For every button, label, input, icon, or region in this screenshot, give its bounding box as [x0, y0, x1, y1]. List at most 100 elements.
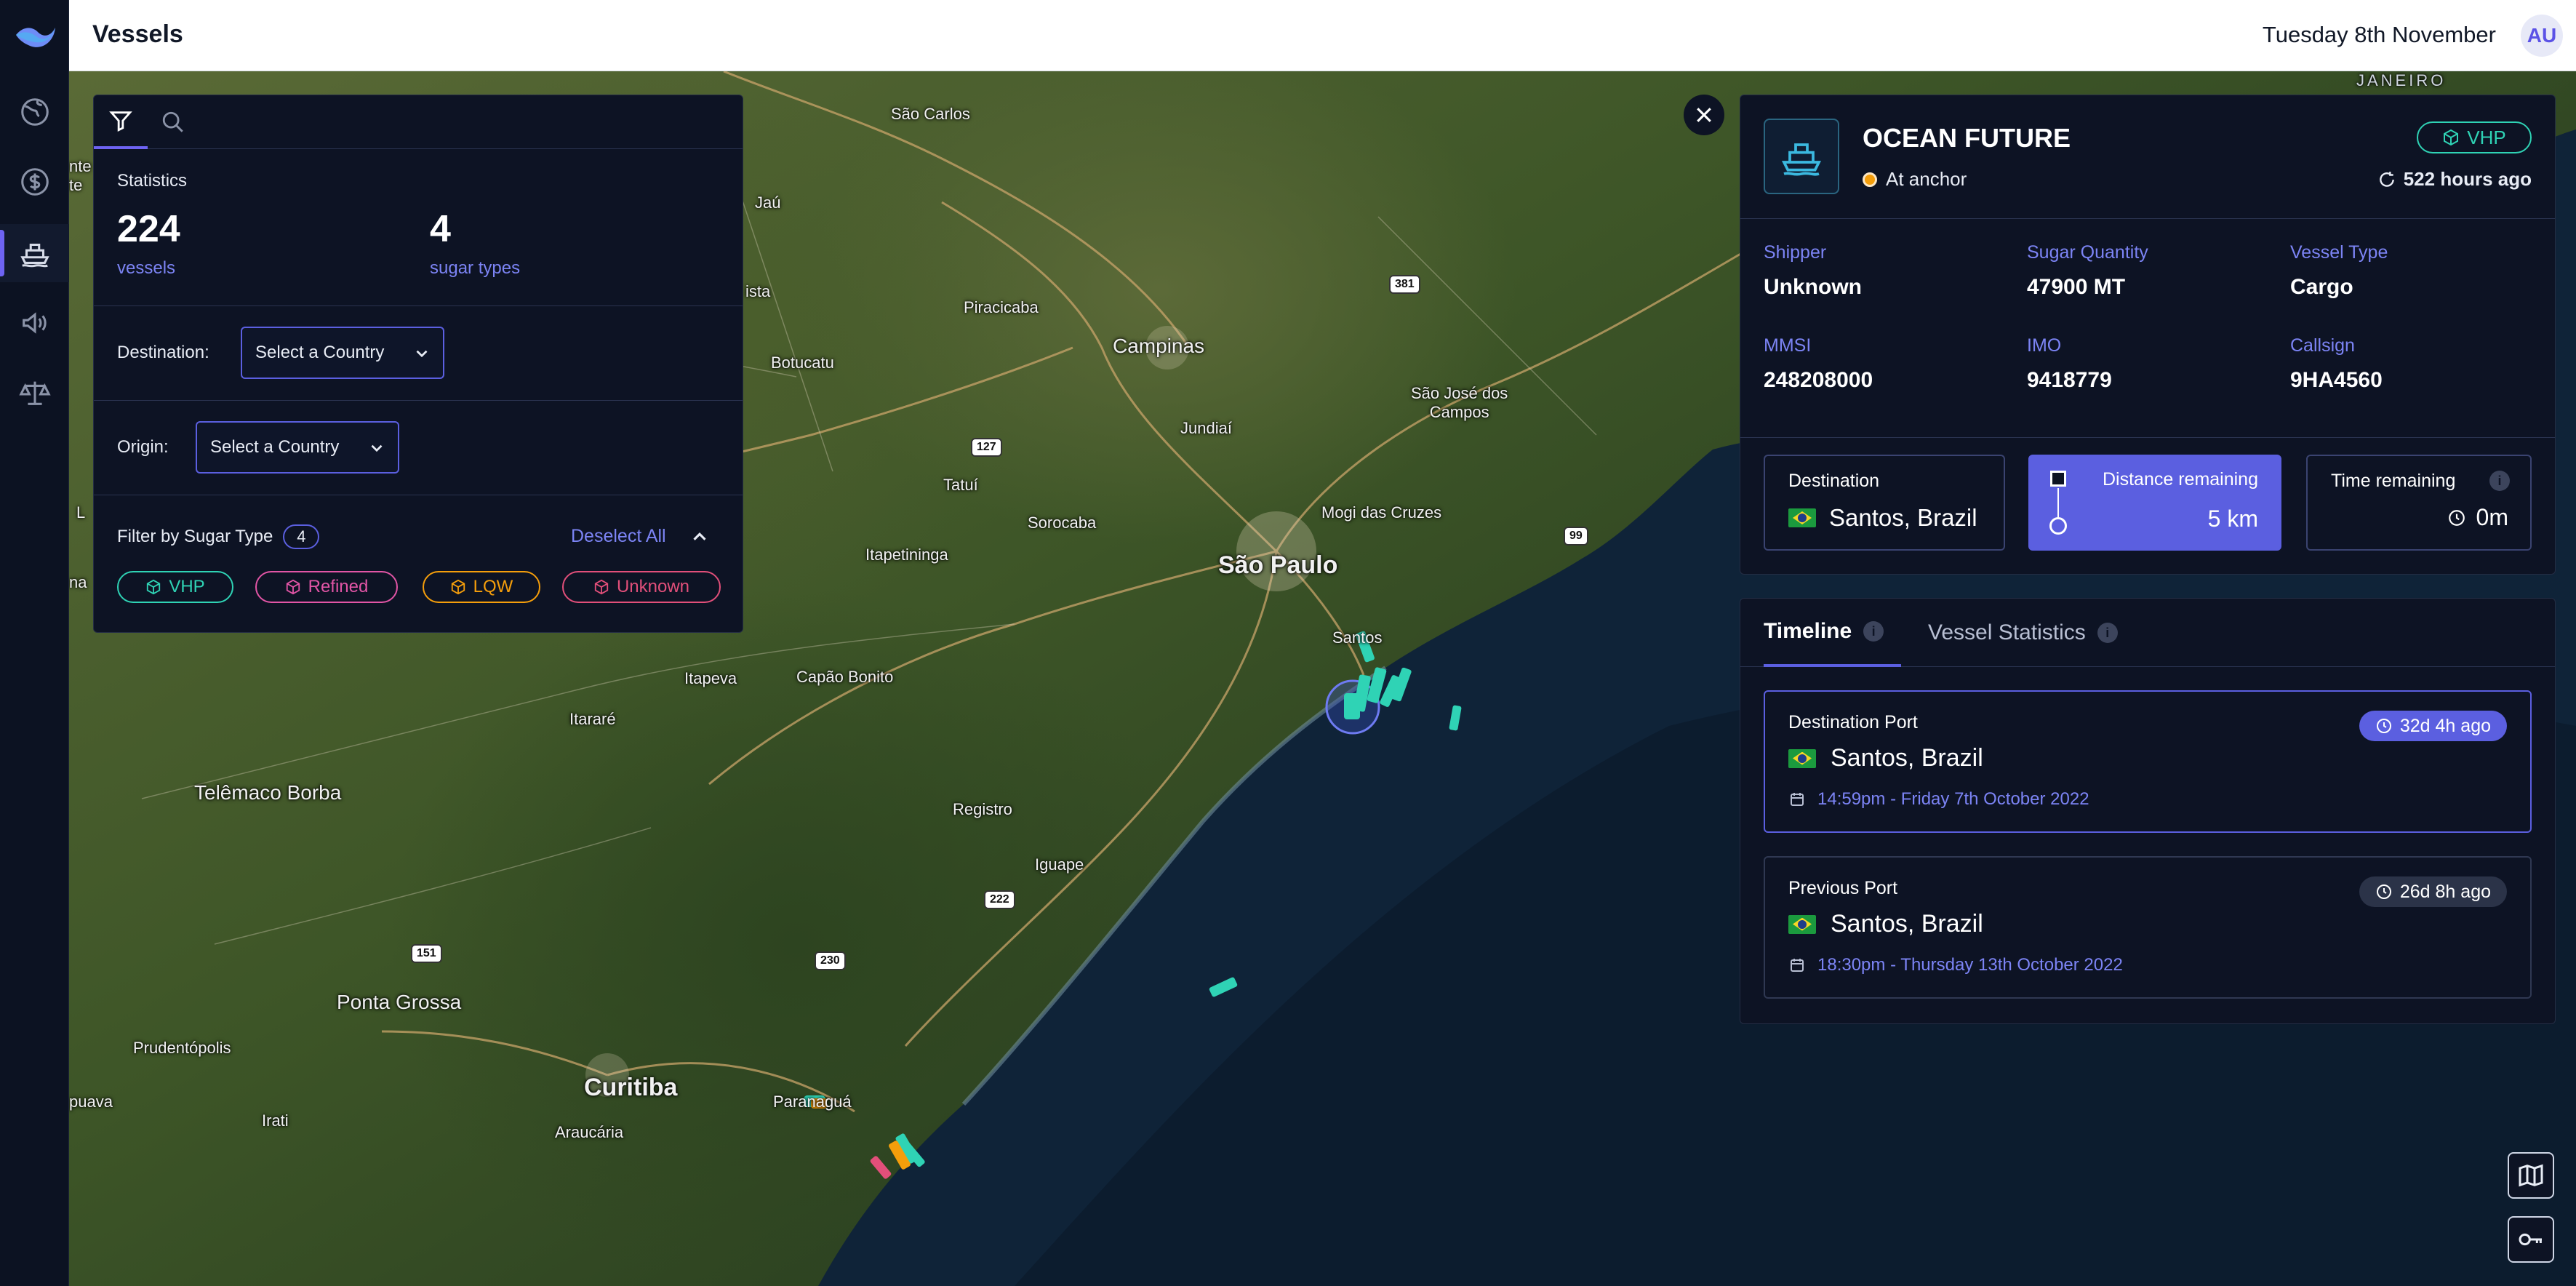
map-label-iguape: Iguape	[1035, 855, 1084, 874]
deselect-all-button[interactable]: Deselect All	[571, 526, 666, 547]
sugar-quantity-label: Sugar Quantity	[2027, 242, 2148, 263]
info-icon[interactable]: i	[1863, 621, 1884, 642]
map-label-itarare: Itararé	[569, 710, 616, 728]
timeline-tabs: Timeline i Vessel Statistics i	[1740, 599, 2555, 667]
destination-section: Destination: Select a Country	[94, 306, 743, 401]
origin-section: Origin: Select a Country	[94, 401, 743, 495]
last-updated: 522 hours ago	[2377, 168, 2532, 191]
brazil-flag-icon	[1788, 914, 1816, 934]
road-shield-151: 151	[411, 944, 442, 963]
sugar-type-filter-count: 4	[283, 524, 320, 549]
vessel-count-label: vessels	[117, 258, 176, 278]
brazil-flag-icon	[1788, 748, 1816, 768]
brazil-flag-icon	[1788, 508, 1816, 527]
time-remaining-label: Time remaining	[2331, 471, 2456, 491]
map-label-araucaria: Araucária	[555, 1123, 624, 1141]
vessel-detail-panel: OCEAN FUTURE At anchor VHP 522 hours ago…	[1740, 95, 2556, 575]
time-remaining-value: 0m	[2447, 504, 2508, 531]
imo-label: IMO	[2027, 335, 2062, 356]
ship-icon	[20, 243, 49, 268]
map-label-capao-bonito: Capão Bonito	[796, 668, 894, 686]
map-label-ponta-grossa: Ponta Grossa	[337, 991, 462, 1013]
map-label-tatui: Tatuí	[943, 476, 978, 494]
filter-panel: Statistics 224 vessels 4 sugar types Des…	[93, 95, 743, 633]
port-time: 18:30pm - Thursday 13th October 2022	[1788, 955, 2123, 975]
info-icon[interactable]: i	[2489, 471, 2510, 491]
map-label-sorocaba: Sorocaba	[1028, 514, 1097, 532]
vessel-name: OCEAN FUTURE	[1863, 123, 2071, 153]
tab-timeline-label: Timeline	[1764, 619, 1852, 643]
chip-label: LQW	[473, 577, 513, 596]
distance-remaining-card: Distance remaining 5 km	[2028, 455, 2281, 551]
destination-card: Destination Santos, Brazil	[1764, 455, 2005, 551]
destination-label: Destination:	[117, 343, 209, 362]
nav-vessels[interactable]	[0, 224, 69, 282]
vessel-icon-box	[1764, 119, 1839, 194]
tab-vessel-statistics[interactable]: Vessel Statistics i	[1928, 599, 2118, 667]
statistics-section: Statistics 224 vessels 4 sugar types	[94, 149, 743, 306]
port-name-text: Santos, Brazil	[1831, 744, 1983, 772]
chevron-up-icon[interactable]	[689, 526, 711, 548]
distance-remaining-value: 5 km	[2207, 506, 2258, 532]
map-label-curitiba: Curitiba	[584, 1074, 678, 1101]
map-label-jau: Jaú	[755, 193, 781, 212]
close-vessel-panel-button[interactable]	[1684, 95, 1724, 135]
ship-icon	[1781, 143, 1822, 176]
status-dot	[1863, 172, 1877, 187]
sugar-type-badge-label: VHP	[2467, 126, 2506, 148]
search-icon	[162, 111, 183, 132]
vessel-info-grid: Shipper Unknown Sugar Quantity 47900 MT …	[1740, 219, 2555, 437]
page-title: Vessels	[92, 20, 183, 48]
map-label-telemaco-borba: Telêmaco Borba	[194, 781, 342, 804]
nav-compare[interactable]	[0, 364, 69, 422]
destination-marker-icon	[2049, 517, 2067, 535]
time-ago-text: 26d 8h ago	[2399, 881, 2491, 902]
destination-port-card[interactable]: Destination Port Santos, Brazil 14:59pm …	[1764, 690, 2532, 833]
destination-select[interactable]: Select a Country	[241, 327, 444, 379]
user-avatar[interactable]: AU	[2521, 15, 2563, 57]
imo-cell: IMO 9418779	[2027, 335, 2112, 393]
dollar-icon	[20, 168, 49, 196]
map-label-ista: ista	[745, 282, 771, 300]
tab-search[interactable]	[146, 95, 200, 149]
tab-filter[interactable]	[94, 95, 148, 149]
origin-select[interactable]: Select a Country	[196, 421, 399, 474]
current-date: Tuesday 8th November	[2262, 22, 2496, 47]
sugar-type-filter-label: Filter by Sugar Type	[117, 527, 273, 546]
tab-timeline[interactable]: Timeline i	[1764, 599, 1902, 667]
road-shield-99: 99	[1564, 527, 1588, 546]
map-label-piracicaba: Piracicaba	[964, 298, 1039, 316]
tab-vessel-statistics-label: Vessel Statistics	[1928, 620, 2086, 644]
map-label-puava: puava	[69, 1093, 113, 1111]
port-type: Previous Port	[1788, 878, 1898, 898]
map-legend-button[interactable]	[2508, 1216, 2554, 1263]
vessel-type-label: Vessel Type	[2290, 242, 2388, 263]
road-shield-222: 222	[984, 890, 1015, 909]
nav-globe[interactable]	[0, 83, 69, 141]
chip-label: Unknown	[616, 577, 690, 596]
top-bar: Vessels Tuesday 8th November AU	[69, 0, 2576, 71]
callsign-cell: Callsign 9HA4560	[2290, 335, 2383, 393]
port-time-text: 14:59pm - Friday 7th October 2022	[1817, 789, 2089, 809]
nav-prices[interactable]	[0, 153, 69, 211]
map-label-l: L	[76, 503, 86, 522]
nav-news[interactable]	[0, 294, 69, 352]
vessel-header: OCEAN FUTURE At anchor VHP 522 hours ago	[1740, 95, 2555, 219]
previous-port-card[interactable]: Previous Port Santos, Brazil 18:30pm - T…	[1764, 856, 2532, 999]
map-layers-button[interactable]	[2508, 1152, 2554, 1199]
map-label-sao-carlos: São Carlos	[891, 105, 970, 123]
cube-icon	[2444, 129, 2459, 146]
chip-refined[interactable]: Refined	[255, 571, 398, 603]
cube-icon	[286, 579, 300, 595]
chip-unknown[interactable]: Unknown	[562, 571, 721, 603]
origin-marker-icon	[2050, 471, 2066, 487]
chip-lqw[interactable]: LQW	[423, 571, 540, 603]
destination-select-value: Select a Country	[255, 343, 385, 362]
port-name: Santos, Brazil	[1788, 910, 1983, 938]
chip-vhp[interactable]: VHP	[117, 571, 233, 603]
app-logo[interactable]	[13, 16, 57, 54]
vessel-status: At anchor	[1863, 168, 1967, 191]
port-name-text: Santos, Brazil	[1831, 910, 1983, 938]
info-icon[interactable]: i	[2097, 623, 2118, 643]
clock-icon	[2448, 509, 2465, 526]
